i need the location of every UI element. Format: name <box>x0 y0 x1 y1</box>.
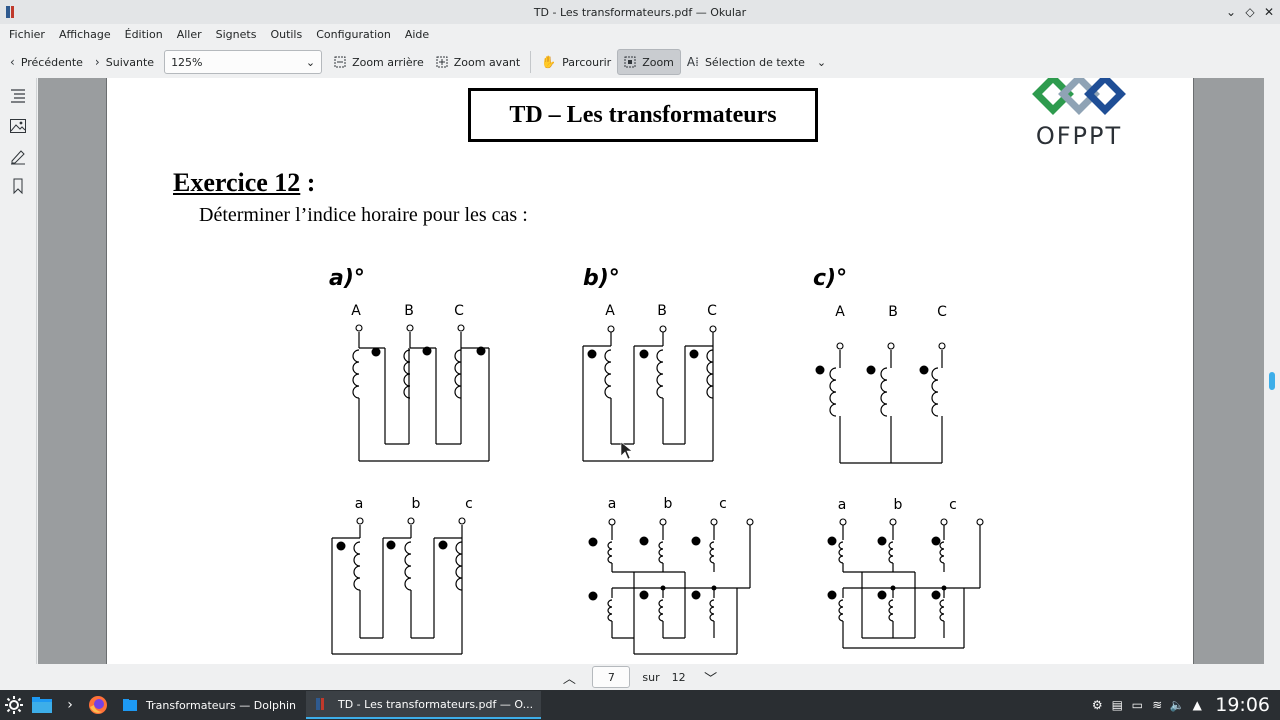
menu-configuration[interactable]: Configuration <box>309 24 398 46</box>
system-tray: ⚙ ▤ ▭ ≋ 🔈 ▲ 19:06 <box>1087 690 1280 720</box>
zoom-in-icon <box>436 56 448 68</box>
case-a-terminal-C: C <box>454 303 464 319</box>
previous-page-button[interactable]: ‹ Précédente <box>4 49 89 75</box>
table-of-contents-icon[interactable] <box>6 84 30 108</box>
total-pages-label: 12 <box>671 670 686 684</box>
chevron-left-icon: ‹ <box>10 55 15 69</box>
maximize-icon[interactable]: ◇ <box>1241 3 1259 21</box>
browse-tool-button[interactable]: ✋ Parcourir <box>535 49 617 75</box>
folder-icon <box>123 699 137 711</box>
wifi-icon[interactable]: ≋ <box>1147 690 1167 720</box>
document-view[interactable]: TD – Les transformateurs OFPPT Exercice … <box>38 78 1264 664</box>
menu-bar: Fichier Affichage Édition Aller Signets … <box>0 24 1280 46</box>
clock[interactable]: 19:06 <box>1215 694 1270 716</box>
zoom-in-button[interactable]: Zoom avant <box>430 49 526 75</box>
page-of-label: sur <box>642 670 660 684</box>
case-b-terminal-C: C <box>707 303 717 319</box>
case-c-terminal-c: c <box>949 497 957 513</box>
okular-icon <box>316 698 324 710</box>
case-a-label: a)° <box>329 266 365 291</box>
clipboard-icon[interactable]: ▤ <box>1107 690 1127 720</box>
transformer-diagrams: a)° b)° c)° A B C A B C A B C a b c a b … <box>329 266 984 655</box>
case-c-terminal-B: B <box>888 304 898 320</box>
page-navigation-bar: ︿ 7 sur 12 ﹀ <box>0 664 1280 690</box>
case-b-terminal-c: c <box>719 496 727 512</box>
case-b-label: b)° <box>583 266 620 291</box>
side-panel <box>0 78 37 664</box>
title-bar: TD - Les transformateurs.pdf — Okular ⌄ … <box>0 0 1280 24</box>
chevron-down-icon[interactable]: ﹀ <box>700 666 722 688</box>
case-b-terminal-B: B <box>657 303 667 319</box>
menu-signets[interactable]: Signets <box>209 24 264 46</box>
vertical-scrollbar[interactable] <box>1264 78 1280 664</box>
bookmarks-icon[interactable] <box>6 174 30 198</box>
terminal-icon[interactable]: › <box>56 690 84 720</box>
case-c-label: c)° <box>813 266 847 291</box>
chevron-down-icon: ⌄ <box>816 55 827 69</box>
chevron-down-icon: ⌄ <box>305 55 316 69</box>
scrollbar-thumb[interactable] <box>1269 372 1275 390</box>
task-okular[interactable]: TD - Les transformateurs.pdf — O... <box>306 691 542 719</box>
okular-app-icon <box>6 6 14 18</box>
case-c-terminal-a: a <box>838 497 847 513</box>
case-b-terminal-a: a <box>608 496 617 512</box>
case-b-terminal-A: A <box>605 303 615 319</box>
menu-edition[interactable]: Édition <box>118 24 170 46</box>
toolbar-separator <box>530 51 532 73</box>
firefox-icon[interactable] <box>84 690 112 720</box>
menu-fichier[interactable]: Fichier <box>2 24 52 46</box>
zoom-out-icon <box>334 56 346 68</box>
next-page-button[interactable]: › Suivante <box>89 49 160 75</box>
case-a-terminal-A: A <box>351 303 361 319</box>
zoom-out-button[interactable]: Zoom arrière <box>328 49 430 75</box>
case-c-terminal-b: b <box>894 497 903 513</box>
task-dolphin[interactable]: Transformateurs — Dolphin <box>114 691 304 719</box>
battery-icon[interactable]: ▭ <box>1127 690 1147 720</box>
menu-affichage[interactable]: Affichage <box>52 24 118 46</box>
annotations-icon[interactable] <box>6 144 30 168</box>
case-a-terminal-B: B <box>404 303 414 319</box>
case-c-terminal-C: C <box>937 304 947 320</box>
main-toolbar: ‹ Précédente › Suivante 125% ⌄ Zoom arri… <box>0 46 1280 78</box>
text-selection-button[interactable]: A⁞ Sélection de texte <box>681 49 811 75</box>
taskbar: › Transformateurs — Dolphin TD - Les tra… <box>0 690 1280 720</box>
minimize-icon[interactable]: ⌄ <box>1222 3 1240 21</box>
tool-options-button[interactable]: ⌄ <box>811 49 832 75</box>
case-c-terminal-A: A <box>835 304 845 320</box>
file-manager-icon[interactable] <box>28 690 56 720</box>
chevron-right-icon: › <box>94 55 100 69</box>
volume-icon[interactable]: 🔈 <box>1167 690 1187 720</box>
menu-outils[interactable]: Outils <box>263 24 309 46</box>
close-icon[interactable]: ✕ <box>1260 3 1278 21</box>
case-b-terminal-b: b <box>664 496 673 512</box>
hand-icon: ✋ <box>541 55 557 69</box>
zoom-tool-button[interactable]: Zoom <box>617 49 681 75</box>
case-a-terminal-b: b <box>412 496 421 512</box>
case-a-terminal-c: c <box>465 496 473 512</box>
menu-aide[interactable]: Aide <box>398 24 436 46</box>
window-title: TD - Les transformateurs.pdf — Okular <box>533 5 747 19</box>
tray-expand-icon[interactable]: ▲ <box>1187 690 1207 720</box>
zoom-level-select[interactable]: 125% ⌄ <box>164 50 323 74</box>
chevron-up-icon[interactable]: ︿ <box>558 666 580 688</box>
zoom-tool-icon <box>624 56 636 68</box>
application-launcher-icon[interactable] <box>0 690 28 720</box>
thumbnails-icon[interactable] <box>6 114 30 138</box>
text-cursor-icon: A⁞ <box>686 55 699 69</box>
pdf-page: TD – Les transformateurs OFPPT Exercice … <box>106 78 1194 664</box>
case-a-terminal-a: a <box>355 496 364 512</box>
menu-aller[interactable]: Aller <box>170 24 209 46</box>
current-page-input[interactable]: 7 <box>592 666 631 688</box>
network-settings-icon[interactable]: ⚙ <box>1087 690 1107 720</box>
